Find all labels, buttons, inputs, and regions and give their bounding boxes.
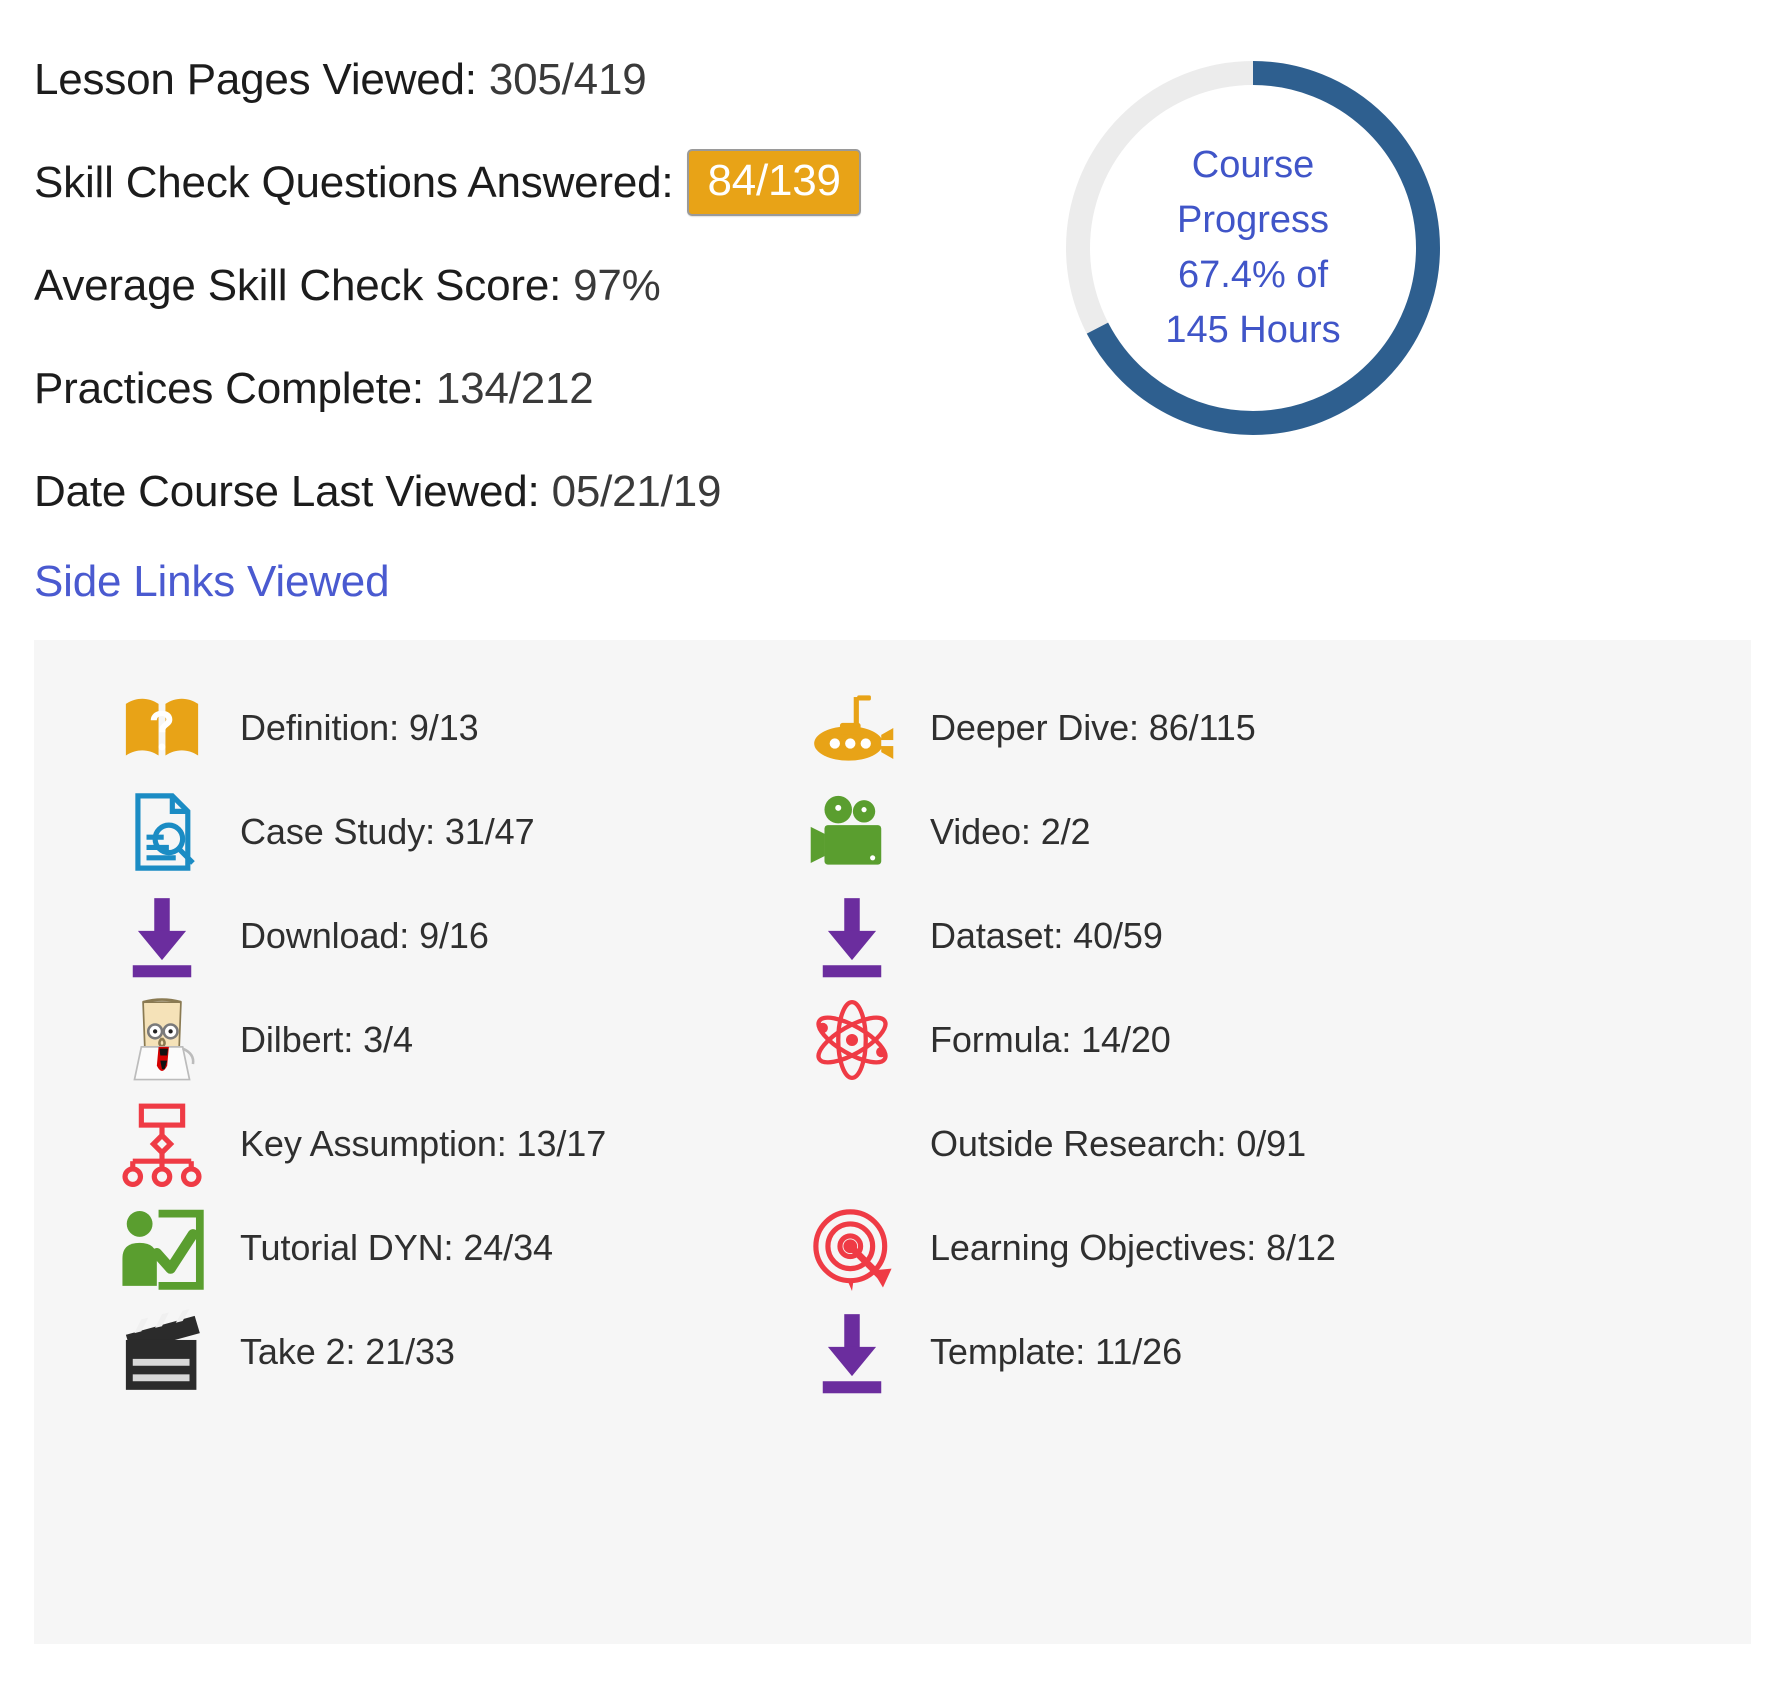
side-link-item[interactable]: Case Study: 31/47	[110, 780, 800, 884]
side-link-item[interactable]: Tutorial DYN: 24/34	[110, 1196, 800, 1300]
side-links-column-right: Deeper Dive: 86/115 Video: 2/2 Dataset: 40…	[800, 676, 1500, 1404]
side-link-label: Tutorial DYN: 24/34	[240, 1227, 553, 1268]
side-links-grid: Definition: 9/13 Case Study: 31/47 Downloa…	[34, 640, 1751, 1404]
side-link-item[interactable]: Video: 2/2	[800, 780, 1500, 884]
key-assumption-icon	[110, 1092, 214, 1196]
side-link-item[interactable]: Learning Objectives: 8/12	[800, 1196, 1500, 1300]
stat-row: Lesson Pages Viewed: 305/419	[34, 28, 1034, 131]
side-link-label: Template: 11/26	[930, 1331, 1182, 1372]
stat-label: Average Skill Check Score:	[34, 260, 562, 310]
side-links-column-left: Definition: 9/13 Case Study: 31/47 Downloa…	[110, 676, 800, 1404]
video-camera-icon	[800, 780, 904, 884]
stat-label: Date Course Last Viewed:	[34, 466, 540, 516]
stat-value: 134/212	[435, 363, 594, 413]
side-link-label: Video: 2/2	[930, 811, 1091, 852]
side-link-item[interactable]: Dilbert: 3/4	[110, 988, 800, 1092]
side-link-label: Deeper Dive: 86/115	[930, 707, 1256, 748]
summary-stats-region: Lesson Pages Viewed: 305/419 Skill Check Q…	[0, 0, 1791, 540]
side-link-item[interactable]: Outside Research: 0/91	[800, 1092, 1500, 1196]
clapperboard-icon	[110, 1300, 214, 1404]
stat-row: Practices Complete: 134/212	[34, 337, 1034, 440]
course-stats-list: Lesson Pages Viewed: 305/419 Skill Check Q…	[34, 28, 1034, 543]
course-progress-donut: Course Progress 67.4% of 145 Hours	[1053, 48, 1453, 448]
stat-label: Lesson Pages Viewed:	[34, 54, 477, 104]
side-link-label: Dataset: 40/59	[930, 915, 1163, 956]
tutorial-dyn-icon	[110, 1196, 214, 1300]
donut-chart-svg	[1066, 61, 1440, 435]
submarine-icon	[800, 676, 904, 780]
case-study-icon	[110, 780, 214, 884]
side-link-label: Dilbert: 3/4	[240, 1019, 413, 1060]
atom-icon	[800, 988, 904, 1092]
stat-row: Skill Check Questions Answered: 84/139	[34, 131, 1034, 234]
side-link-label: Definition: 9/13	[240, 707, 479, 748]
stat-value-badge: 84/139	[687, 149, 861, 216]
stat-row: Date Course Last Viewed: 05/21/19	[34, 440, 1034, 543]
stat-value: 305/419	[488, 54, 647, 104]
side-link-label: Formula: 14/20	[930, 1019, 1171, 1060]
side-link-item[interactable]: Download: 9/16	[110, 884, 800, 988]
download-arrow-icon	[110, 884, 214, 988]
download-arrow-icon	[800, 884, 904, 988]
side-link-item[interactable]: Key Assumption: 13/17	[110, 1092, 800, 1196]
stat-label: Skill Check Questions Answered:	[34, 157, 674, 207]
none	[800, 1092, 904, 1196]
download-arrow-icon	[800, 1300, 904, 1404]
stat-row: Average Skill Check Score: 97%	[34, 234, 1034, 337]
side-link-item[interactable]: Deeper Dive: 86/115	[800, 676, 1500, 780]
stat-value: 05/21/19	[551, 466, 722, 516]
side-link-label: Take 2: 21/33	[240, 1331, 455, 1372]
dilbert-icon	[110, 988, 214, 1092]
side-link-item[interactable]: Take 2: 21/33	[110, 1300, 800, 1404]
stat-value: 97%	[573, 260, 661, 310]
definition-book-icon	[110, 676, 214, 780]
side-links-heading: Side Links Viewed	[34, 557, 390, 606]
side-link-label: Case Study: 31/47	[240, 811, 535, 852]
side-link-label: Outside Research: 0/91	[930, 1123, 1307, 1164]
side-links-panel: Definition: 9/13 Case Study: 31/47 Downloa…	[34, 640, 1751, 1644]
side-link-label: Key Assumption: 13/17	[240, 1123, 607, 1164]
side-link-label: Download: 9/16	[240, 915, 489, 956]
side-link-label: Learning Objectives: 8/12	[930, 1227, 1336, 1268]
side-link-item[interactable]: Formula: 14/20	[800, 988, 1500, 1092]
side-link-item[interactable]: Template: 11/26	[800, 1300, 1500, 1404]
side-link-item[interactable]: Definition: 9/13	[110, 676, 800, 780]
side-link-item[interactable]: Dataset: 40/59	[800, 884, 1500, 988]
target-dart-icon	[800, 1196, 904, 1300]
stat-label: Practices Complete:	[34, 363, 424, 413]
